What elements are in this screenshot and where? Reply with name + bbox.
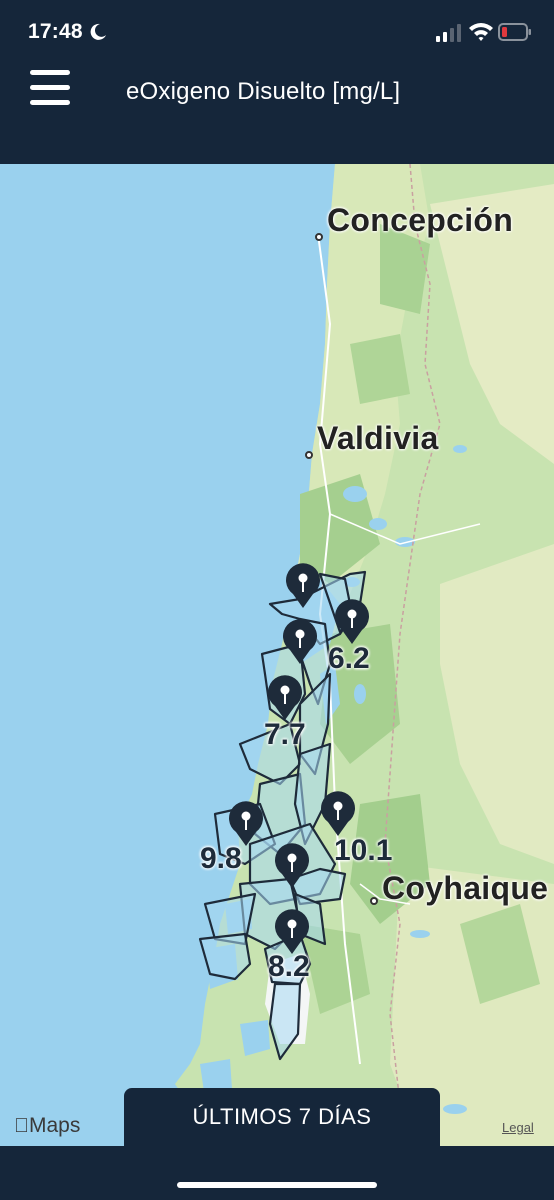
station-value-label: 8.2	[268, 950, 310, 983]
city-dot-coyhaique	[370, 897, 378, 905]
city-label-coyhaique: Coyhaique	[382, 870, 549, 906]
city-dot-concepcion	[315, 233, 323, 241]
station-pin-icon[interactable]	[265, 672, 305, 722]
station-pin-icon[interactable]	[272, 840, 312, 890]
station-value-label: 7.7	[264, 718, 306, 751]
station-pin-icon[interactable]	[332, 596, 372, 646]
wifi-icon	[469, 23, 493, 41]
signal-icon	[436, 24, 461, 42]
apple-icon: 	[14, 1115, 29, 1137]
period-selector-tab[interactable]: ÚLTIMOS 7 DÍAS	[124, 1088, 440, 1146]
status-time: 17:48	[28, 20, 83, 43]
station-pin-icon[interactable]	[272, 906, 312, 956]
city-label-valdivia: Valdivia	[317, 420, 439, 456]
station-pin-icon[interactable]	[283, 560, 323, 610]
legal-link[interactable]: Legal	[502, 1120, 534, 1135]
city-dot-valdivia	[305, 451, 313, 459]
station-pin-icon[interactable]	[318, 788, 358, 838]
bottom-bar	[0, 1146, 554, 1200]
station-pin-icon[interactable]	[226, 798, 266, 848]
city-label-concepcion: Concepción	[327, 202, 514, 238]
station-value-label: 6.2	[328, 642, 370, 675]
page-title: eOxigeno Disuelto [mg/L]	[126, 78, 401, 105]
home-indicator[interactable]	[177, 1182, 377, 1188]
station-pin-icon[interactable]	[280, 616, 320, 666]
map-terrain	[175, 164, 554, 1146]
app-header: 17:48 eOxigeno Disuelto [mg/L]	[0, 0, 554, 164]
moon-icon	[90, 23, 106, 40]
map-view[interactable]: Concepción Valdivia Coyhaique 6.2 7.7 9.…	[0, 164, 554, 1146]
battery-low-icon	[498, 23, 531, 41]
menu-button[interactable]	[28, 68, 72, 108]
apple-maps-logo: Maps	[14, 1114, 80, 1137]
station-value-label: 10.1	[334, 834, 393, 867]
station-value-label: 9.8	[200, 842, 242, 875]
